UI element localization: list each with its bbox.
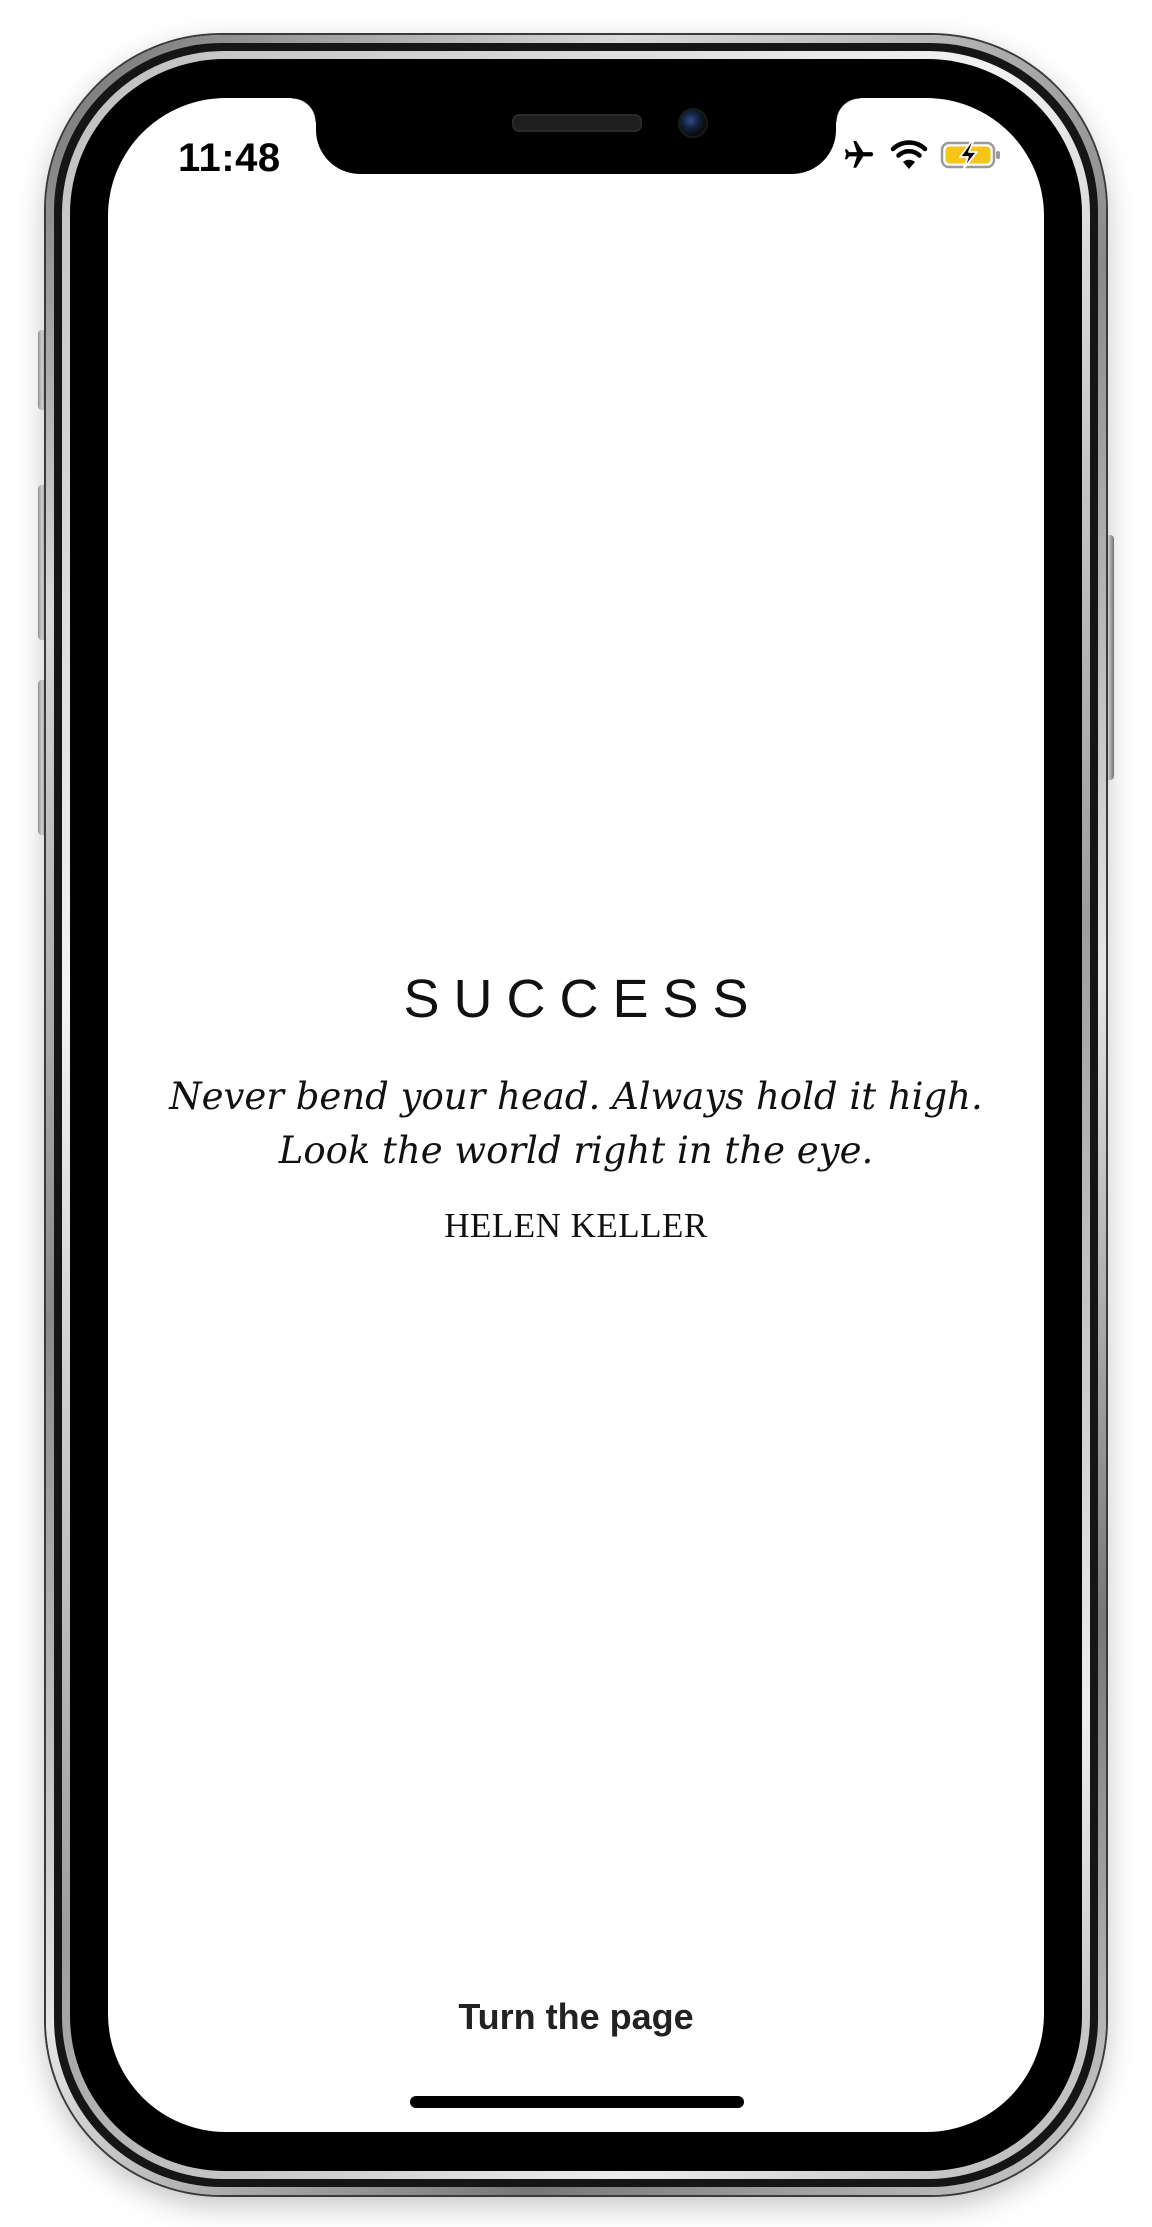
- screen: 11:48 SUCCESS Never bend your head. Alwa…: [108, 98, 1044, 2132]
- airplane-icon: [840, 138, 878, 172]
- battery-charging-icon: [940, 140, 1002, 170]
- turn-page-button[interactable]: Turn the page: [108, 1996, 1044, 2038]
- home-indicator[interactable]: [410, 2096, 744, 2108]
- front-camera: [678, 108, 708, 138]
- status-icons: [840, 138, 1002, 172]
- quote-text: Never bend your head. Always hold it hig…: [168, 1070, 984, 1178]
- notch: [292, 98, 860, 174]
- quote-line-2: Look the world right in the eye.: [278, 1129, 874, 1172]
- quote-line-1: Never bend your head. Always hold it hig…: [169, 1075, 983, 1118]
- speaker-grille: [512, 114, 642, 132]
- category-title: SUCCESS: [403, 969, 763, 1029]
- quote-author: HELEN KELLER: [444, 1206, 708, 1245]
- wifi-icon: [890, 140, 928, 170]
- status-time: 11:48: [178, 136, 281, 180]
- device-mockup: 11:48 SUCCESS Never bend your head. Alwa…: [0, 0, 1152, 2227]
